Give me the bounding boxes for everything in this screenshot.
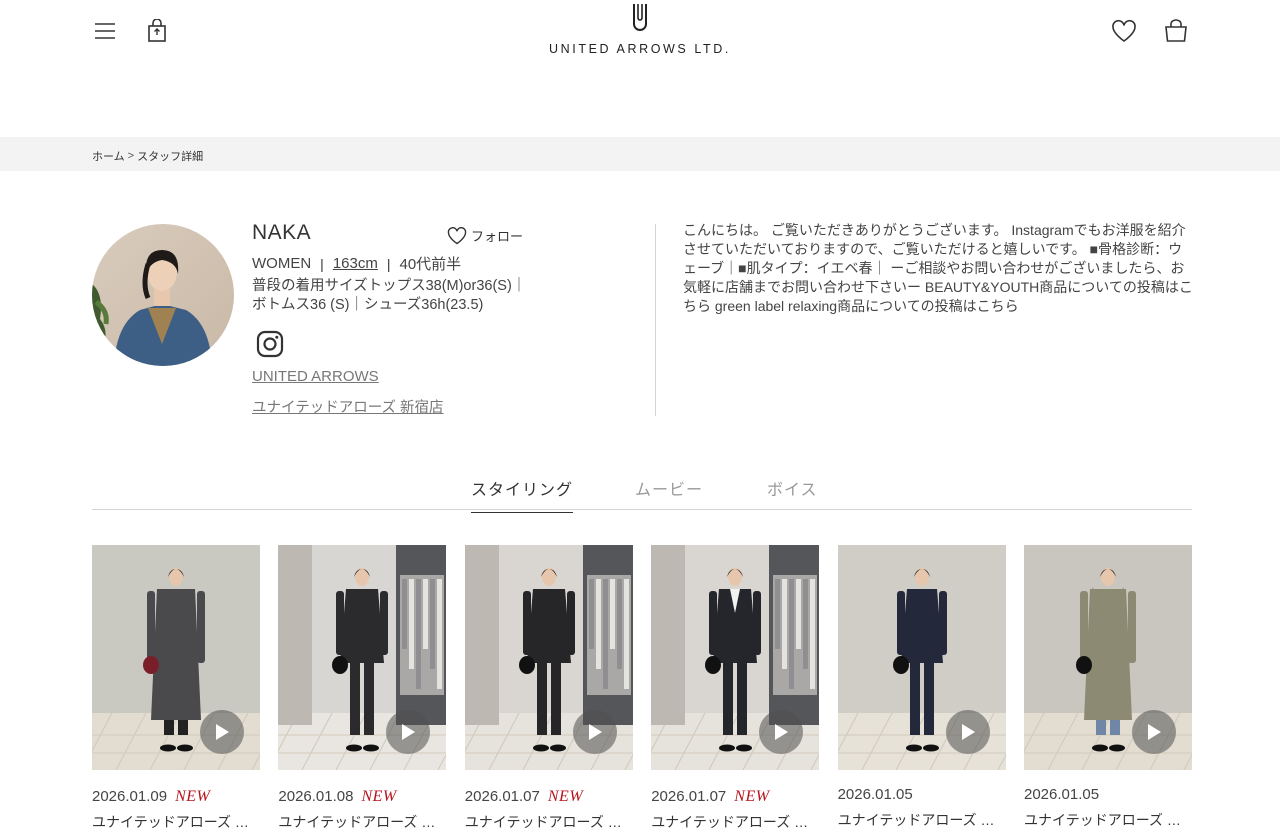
site-header: UNITED ARROWS LTD.: [0, 0, 1280, 70]
staff-meta: WOMEN | 163cm | 40代前半: [252, 253, 461, 274]
staff-age: 40代前半: [399, 256, 462, 273]
styling-card[interactable]: 2026.01.08 NEW ユナイテッドアローズ 新宿店: [278, 545, 447, 830]
heart-icon[interactable]: [1111, 18, 1137, 44]
profile-divider: [655, 224, 656, 416]
card-shop-name: ユナイテッドアローズ 新宿店: [837, 812, 1006, 828]
styling-card[interactable]: 2026.01.07 NEW ユナイテッドアローズ 新宿店: [651, 545, 820, 830]
staff-bio: こんにちは。 ご覧いただきありがとうございます。 Instagramでもお洋服を…: [683, 222, 1193, 314]
play-icon[interactable]: [200, 710, 244, 754]
cart-bag-icon[interactable]: [1163, 18, 1189, 44]
styling-grid: 2026.01.09 NEW ユナイテッドアローズ 新宿店 2026.01.08 NEW…: [92, 545, 1192, 837]
hamburger-menu-icon[interactable]: [92, 18, 118, 44]
card-shop-name: ユナイテッドアローズ 新宿店: [464, 814, 633, 830]
staff-name: NAKA: [252, 221, 312, 244]
styling-card[interactable]: 2026.01.09 NEW ユナイテッドアローズ 新宿店: [92, 545, 260, 830]
styling-card[interactable]: 2026.01.07 NEW ユナイテッドアローズ 新宿店: [464, 545, 633, 830]
shop-link[interactable]: ユナイテッドアローズ 新宿店: [252, 396, 444, 417]
card-date: 2026.01.09: [92, 788, 168, 805]
styling-thumbnail[interactable]: [464, 545, 633, 770]
card-date-row: 2026.01.09 NEW: [92, 788, 210, 806]
shopping-bag-icon[interactable]: [144, 18, 170, 44]
tab-movie[interactable]: ムービー: [635, 476, 703, 512]
sizes-line-1: 普段の着用サイズトップス38(M)or36(S)｜: [252, 278, 527, 294]
card-date: 2026.01.07: [464, 788, 540, 805]
staff-height-link[interactable]: 163cm: [333, 255, 378, 272]
follow-button[interactable]: フォロー: [447, 226, 523, 245]
card-date-row: 2026.01.07 NEW: [651, 788, 769, 806]
breadcrumb-home-link[interactable]: ホーム: [92, 148, 125, 164]
logo-text: UNITED ARROWS LTD.: [549, 42, 731, 56]
styling-card[interactable]: 2026.01.05 ユナイテッドアローズ 新宿店: [837, 545, 1006, 828]
play-icon[interactable]: [1132, 710, 1176, 754]
content-tabs: スタイリング ムービー ボイス: [92, 470, 1192, 513]
staff-sizes: 普段の着用サイズトップス38(M)or36(S)｜ ボトムス36 (S)｜シュー…: [252, 277, 542, 315]
card-date: 2026.01.05: [837, 786, 913, 803]
follow-label: フォロー: [471, 229, 524, 244]
sizes-line-2: ボトムス36 (S)｜シューズ36h(23.5): [252, 297, 484, 313]
card-date-row: 2026.01.07 NEW: [465, 788, 583, 806]
card-date-row: 2026.01.05: [1024, 786, 1099, 803]
card-date: 2026.01.07: [651, 788, 727, 805]
card-date-row: 2026.01.08 NEW: [278, 788, 396, 806]
logo-mark-icon: [633, 4, 647, 31]
site-logo[interactable]: UNITED ARROWS LTD.: [540, 2, 740, 64]
tab-styling[interactable]: スタイリング: [471, 476, 574, 513]
card-date-row: 2026.01.05: [838, 786, 913, 803]
staff-avatar: [92, 224, 234, 366]
styling-thumbnail[interactable]: [1024, 545, 1192, 770]
breadcrumb-separator: >: [127, 150, 135, 162]
new-badge: NEW: [361, 788, 397, 805]
tab-voice[interactable]: ボイス: [767, 476, 818, 512]
styling-card[interactable]: 2026.01.05 ユナイテッドアローズ 新宿店: [1024, 545, 1192, 828]
card-shop-name: ユナイテッドアローズ 新宿店: [278, 814, 447, 830]
play-icon[interactable]: [572, 710, 617, 754]
new-badge: NEW: [547, 788, 584, 805]
styling-thumbnail[interactable]: [92, 545, 260, 770]
card-date: 2026.01.05: [1024, 786, 1100, 803]
new-badge: NEW: [734, 788, 770, 805]
meta-separator: |: [320, 255, 324, 272]
heart-outline-icon: [447, 226, 467, 244]
breadcrumb-bar: ホーム > スタッフ詳細: [0, 137, 1280, 171]
styling-thumbnail[interactable]: [278, 545, 447, 770]
meta-separator: |: [386, 255, 391, 272]
card-shop-name: ユナイテッドアローズ 新宿店: [651, 814, 820, 830]
styling-thumbnail[interactable]: [651, 545, 820, 770]
card-date: 2026.01.08: [278, 788, 354, 805]
staff-gender: WOMEN: [252, 255, 312, 272]
breadcrumb: ホーム > スタッフ詳細: [92, 148, 203, 164]
instagram-icon[interactable]: [256, 330, 284, 358]
breadcrumb-current: スタッフ詳細: [137, 151, 204, 163]
styling-thumbnail[interactable]: [837, 545, 1006, 770]
new-badge: NEW: [175, 788, 211, 805]
play-icon[interactable]: [759, 710, 804, 754]
play-icon[interactable]: [945, 710, 990, 754]
brand-link[interactable]: UNITED ARROWS: [252, 368, 379, 385]
card-shop-name: ユナイテッドアローズ 新宿店: [1024, 812, 1192, 828]
card-shop-name: ユナイテッドアローズ 新宿店: [92, 814, 260, 830]
